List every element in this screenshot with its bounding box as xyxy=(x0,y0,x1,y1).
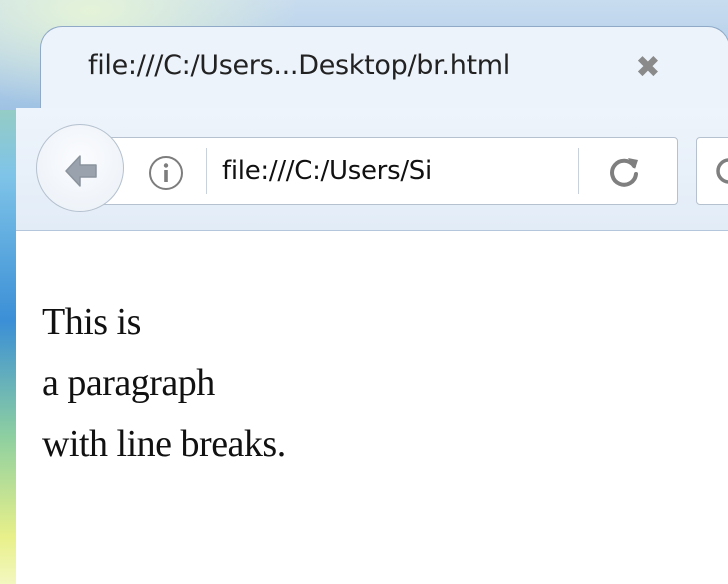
tab-close-icon[interactable]: ✖ xyxy=(633,50,663,86)
reload-icon[interactable] xyxy=(604,152,644,192)
browser-window: file:///C:/Users...Desktop/br.html ✖ fil… xyxy=(0,0,728,584)
paragraph-line: with line breaks. xyxy=(42,423,286,465)
paragraph-line: This is xyxy=(42,301,141,343)
search-icon[interactable] xyxy=(712,154,728,194)
paragraph: This is a paragraph with line breaks. xyxy=(42,292,286,475)
tab-title[interactable]: file:///C:/Users...Desktop/br.html xyxy=(88,50,510,81)
back-arrow-icon[interactable] xyxy=(58,148,104,194)
info-icon[interactable] xyxy=(147,154,185,192)
url-divider xyxy=(206,148,207,194)
paragraph-line: a paragraph xyxy=(42,362,215,404)
url-divider xyxy=(578,148,579,194)
url-text[interactable]: file:///C:/Users/Si xyxy=(222,156,502,186)
